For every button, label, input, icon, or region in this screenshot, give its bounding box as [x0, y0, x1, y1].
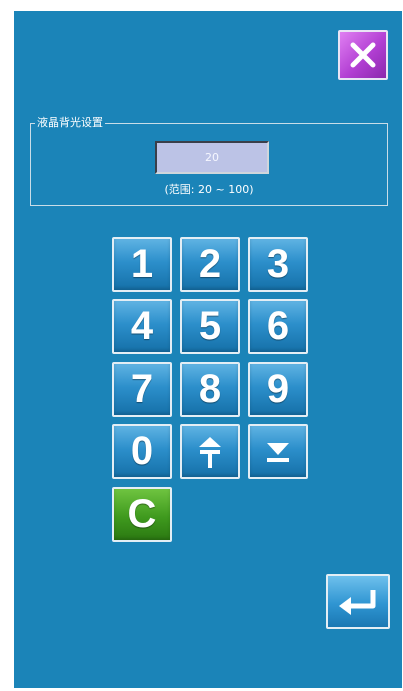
- key-1[interactable]: 1: [112, 237, 172, 292]
- close-button[interactable]: [338, 30, 388, 80]
- key-7[interactable]: 7: [112, 362, 172, 417]
- backlight-setting-group: 液晶背光设置 20 (范围: 20 ~ 100): [30, 116, 388, 206]
- key-4[interactable]: 4: [112, 299, 172, 354]
- key-5[interactable]: 5: [180, 299, 240, 354]
- increment-button[interactable]: [180, 424, 240, 479]
- key-6[interactable]: 6: [248, 299, 308, 354]
- key-9[interactable]: 9: [248, 362, 308, 417]
- range-hint: (范围: 20 ~ 100): [164, 183, 254, 196]
- enter-button[interactable]: [326, 574, 390, 629]
- key-2[interactable]: 2: [180, 237, 240, 292]
- down-arrow-icon: [267, 442, 289, 462]
- up-arrow-icon: [199, 436, 221, 468]
- screen: 液晶背光设置 20 (范围: 20 ~ 100) 1 2 3 4 5 6 7 8…: [14, 11, 402, 688]
- clear-button[interactable]: C: [112, 487, 172, 542]
- close-icon: [350, 42, 376, 68]
- key-3[interactable]: 3: [248, 237, 308, 292]
- key-0[interactable]: 0: [112, 424, 172, 479]
- key-8[interactable]: 8: [180, 362, 240, 417]
- enter-icon: [339, 589, 376, 615]
- group-title: 液晶背光设置: [35, 116, 105, 130]
- decrement-button[interactable]: [248, 424, 308, 479]
- backlight-value-input[interactable]: 20: [155, 141, 269, 174]
